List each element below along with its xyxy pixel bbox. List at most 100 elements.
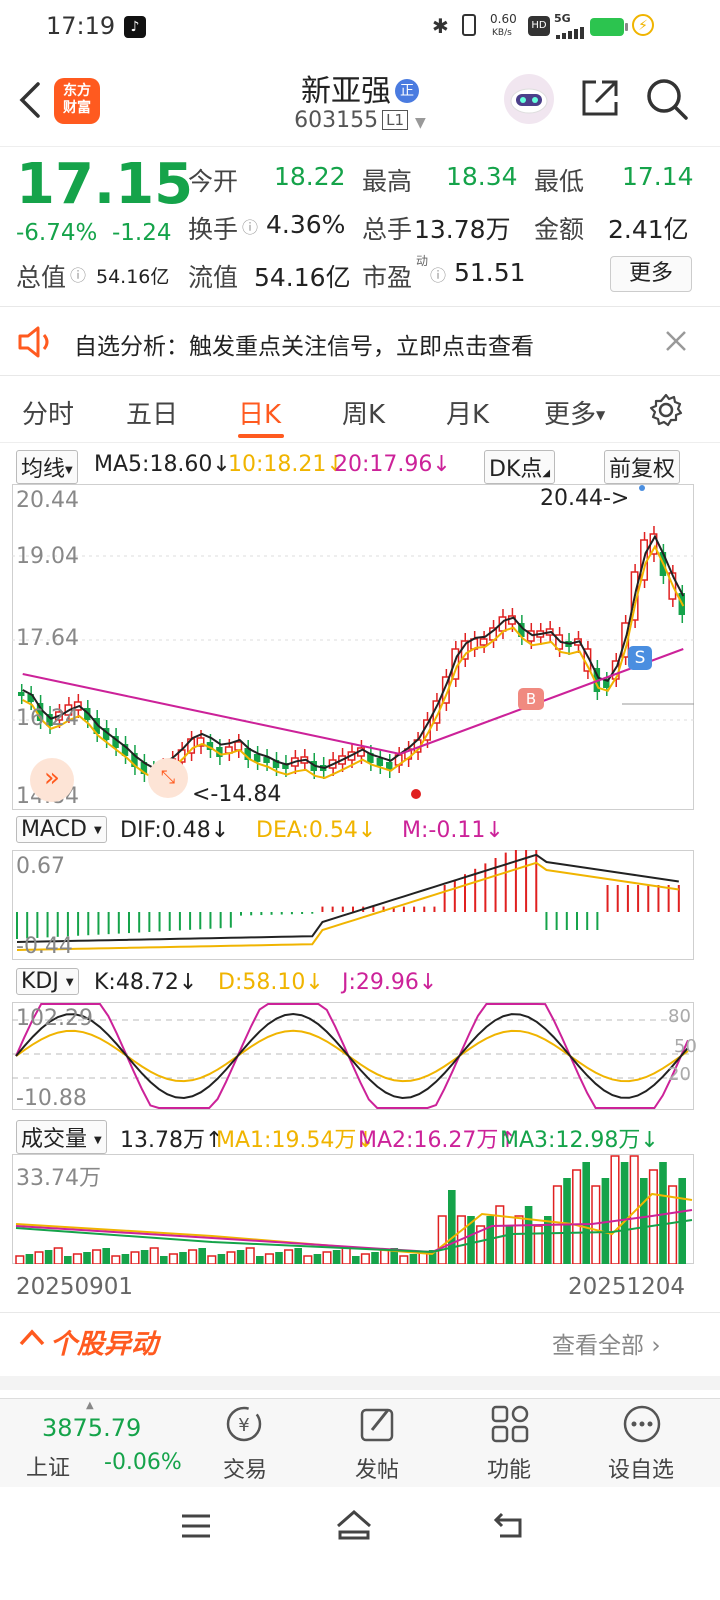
nav-function[interactable]: 功能 [464,1452,554,1484]
high-dot [639,485,645,491]
kline-axis-mid3: 16.24 [16,706,79,731]
pe-value: 51.51 [454,258,526,287]
volume-bar-down [256,1256,264,1264]
volume-selector[interactable]: 成交量 ▼ [16,1120,107,1154]
fullscreen-icon[interactable]: ⤡ [148,758,188,798]
ma10-value: 10:18.21↓ [228,452,345,477]
chevron-down-icon: ▼ [65,977,74,988]
change-amount: -1.24 [112,220,172,246]
volume-bar-down [352,1256,360,1264]
pe-dynamic-mark: 动 [416,254,429,268]
nav-trade[interactable]: 交易 [200,1452,290,1484]
date-start: 20250901 [16,1274,134,1300]
tab-five-day[interactable]: 五日 [126,394,178,431]
volume-ma1: MA1:19.54万↓ [216,1128,375,1153]
speaker-icon [16,325,56,363]
kdj-axis-bottom: -10.88 [16,1086,87,1111]
dif-line [16,853,679,943]
volume-bar-up [322,1251,332,1264]
volume-value: 13.78万 [414,215,511,244]
nav-post[interactable]: 发帖 [332,1452,422,1484]
kline-axis-top: 20.44 [16,488,79,513]
volume-bar-up [53,1247,63,1264]
kdj-k-line [15,1012,689,1099]
status-bar: 17:19 ♪ ✱ 0.60 KB/s HD 5G ⚡ [0,0,720,56]
volume-bar-down [198,1248,206,1264]
volume-bar-up [514,1215,524,1264]
ma-legend-row: 均线▼ MA5:18.60↓ 10:18.21↓ 20:17.96↓ DK点◢ … [16,450,706,484]
volume-bar-up [380,1249,390,1264]
dk-point-button[interactable]: DK点◢ [484,450,556,484]
corner-icon: ◢ [542,468,551,479]
sell-signal-icon[interactable]: S [628,646,652,670]
tab-more-label: 更多 [544,400,597,430]
info-icon[interactable]: ⓘ [242,214,258,238]
alert-banner[interactable]: 自选分析：触发重点关注信号，立即点击查看 [0,307,720,375]
tiktok-icon: ♪ [124,16,146,38]
volume-bar-up [130,1251,140,1264]
date-end: 20251204 [568,1274,686,1300]
alert-text: 自选分析：触发重点关注信号，立即点击查看 [74,334,534,360]
tab-weekly-k[interactable]: 周K [342,394,385,431]
volume-bar-down [217,1254,226,1264]
macd-dif: DIF:0.48↓ [120,818,230,843]
buy-signal-icon[interactable]: B [518,688,544,710]
volume-bar-down [640,1178,648,1264]
kdj-selector[interactable]: KDJ ▼ [16,968,79,995]
chevron-down-icon: ▼ [93,825,102,836]
info-icon[interactable]: ⓘ [430,262,446,286]
function-icon[interactable] [490,1404,530,1448]
home-icon[interactable] [334,1508,374,1546]
volume-bar-up [245,1247,255,1264]
volume-bar-down [294,1248,302,1264]
tab-minute[interactable]: 分时 [22,394,74,431]
robot-avatar-icon[interactable] [502,72,556,130]
share-icon[interactable] [578,76,622,124]
float-value: 54.16亿 [254,263,351,292]
kline-axis-mid1: 19.04 [16,544,79,569]
index-value[interactable]: 3875.79 [42,1414,141,1442]
menu-icon[interactable] [180,1512,212,1544]
kdj-axis-top: 102.29 [16,1006,93,1031]
volume-bar-down [179,1252,187,1264]
close-icon[interactable] [664,329,688,357]
volume-bar-down [313,1254,322,1264]
divider [0,1312,720,1313]
info-icon[interactable]: ⓘ [70,262,86,286]
expand-icon[interactable]: » [30,758,74,802]
add-watch-icon[interactable] [622,1404,662,1448]
post-icon[interactable] [358,1404,398,1448]
movers-view-all[interactable]: 查看全部 › [552,1326,661,1360]
volume-bar-up [303,1255,313,1264]
kdj-chart [12,1003,694,1109]
volume-bar-up [111,1255,121,1264]
tab-monthly-k[interactable]: 月K [446,394,489,431]
nav-add-watch[interactable]: 设自选 [596,1452,686,1484]
gear-icon[interactable] [648,392,684,432]
more-quote-button[interactable]: 更多 [610,256,692,292]
return-icon[interactable] [492,1508,528,1546]
volume-bar-down [505,1226,514,1264]
trade-icon[interactable]: ¥ [224,1404,264,1448]
macd-selector[interactable]: MACD ▼ [16,816,107,843]
kdj-k: K:48.72↓ [94,970,198,995]
volume-bar-down [409,1254,418,1264]
ma-selector[interactable]: 均线▼ [16,450,78,484]
stock-name: 新亚强 [301,74,391,109]
kdj-d: D:58.10↓ [218,970,324,995]
volume-bar-down [371,1252,379,1264]
volume-bar-up [15,1255,25,1264]
adjust-button[interactable]: 前复权 [604,450,681,484]
chevron-down-icon: ▼ [415,115,426,131]
chevron-up-icon[interactable]: ▲ [86,1400,94,1411]
tab-daily-k[interactable]: 日K [238,394,281,431]
volume-bar-up [284,1249,294,1264]
kline-chart [12,485,694,799]
signal-icon [556,24,584,39]
tab-more[interactable]: 更多▼ [544,394,605,431]
volume-bar-up [591,1185,601,1264]
search-icon[interactable] [644,76,690,126]
verified-badge: 正 [395,79,419,103]
signal-dot [411,789,421,799]
volume-bar-up [533,1225,543,1264]
